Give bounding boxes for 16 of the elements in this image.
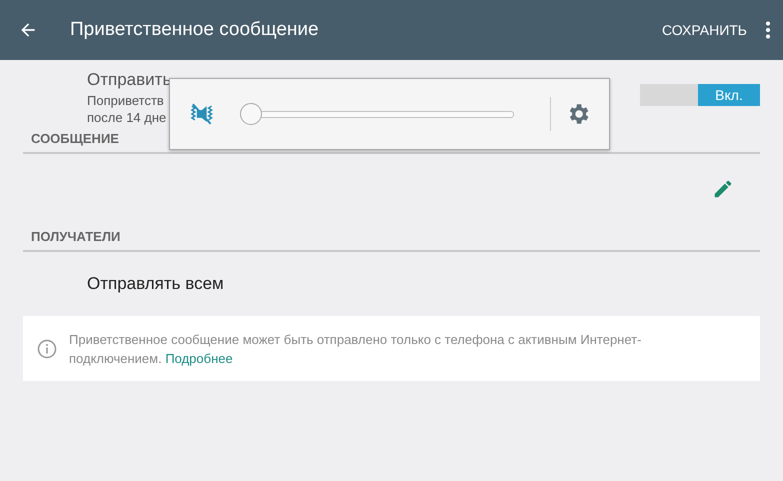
slider-thumb[interactable]	[240, 103, 262, 125]
pencil-icon[interactable]	[712, 178, 734, 200]
toggle-switch[interactable]: Вкл.	[640, 84, 760, 106]
section-header: ПОЛУЧАТЕЛИ	[23, 224, 760, 252]
setting-description: Поприветств	[87, 92, 164, 109]
more-options-icon[interactable]	[765, 21, 771, 39]
screen-title: Приветственное сообщение	[70, 19, 320, 41]
toggle-thumb[interactable]: Вкл.	[698, 84, 760, 106]
setting-description: после 14 дне	[87, 109, 166, 126]
info-text: Приветственное сообщение может быть отправлено только с телефона с активным Интернет-подключением. Подробнее	[69, 330, 642, 368]
info-icon	[37, 338, 57, 358]
recipients-option[interactable]: Отправлять всем	[23, 252, 760, 316]
vibrate-muted-icon[interactable]	[188, 102, 216, 126]
save-button[interactable]: СОХРАНИТЬ	[662, 18, 747, 42]
setting-title: Отправить	[87, 70, 172, 90]
more-link[interactable]: Подробнее	[165, 350, 233, 366]
